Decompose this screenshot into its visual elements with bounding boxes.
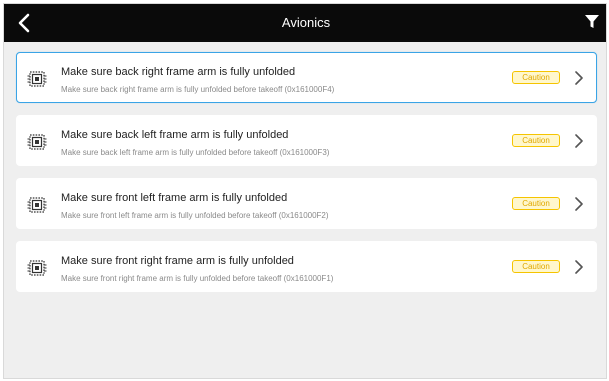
chevron-right-icon[interactable] xyxy=(574,260,584,274)
alert-item[interactable]: Make sure front right frame arm is fully… xyxy=(16,241,597,292)
alert-description: Make sure front left frame arm is fully … xyxy=(61,211,329,220)
chip-icon xyxy=(27,134,47,150)
chevron-left-icon[interactable] xyxy=(14,12,36,34)
chip-icon xyxy=(27,197,47,213)
caution-badge: Caution xyxy=(512,71,560,84)
alert-title: Make sure front left frame arm is fully … xyxy=(61,192,288,204)
alert-item[interactable]: Make sure back left frame arm is fully u… xyxy=(16,115,597,166)
alert-description: Make sure front right frame arm is fully… xyxy=(61,274,334,283)
alert-list: Make sure back right frame arm is fully … xyxy=(16,52,597,304)
alert-title: Make sure back left frame arm is fully u… xyxy=(61,129,289,141)
app-window: Avionics Make sure back right frame arm … xyxy=(3,3,607,379)
filter-icon[interactable] xyxy=(584,14,600,30)
alert-item[interactable]: Make sure front left frame arm is fully … xyxy=(16,178,597,229)
chevron-right-icon[interactable] xyxy=(574,134,584,148)
chip-icon xyxy=(27,260,47,276)
chip-icon xyxy=(27,71,47,87)
caution-badge: Caution xyxy=(512,197,560,210)
chevron-right-icon[interactable] xyxy=(574,71,584,85)
page-title: Avionics xyxy=(281,15,331,30)
chevron-right-icon[interactable] xyxy=(574,197,584,211)
caution-badge: Caution xyxy=(512,134,560,147)
alert-item[interactable]: Make sure back right frame arm is fully … xyxy=(16,52,597,103)
alert-title: Make sure front right frame arm is fully… xyxy=(61,255,294,267)
top-bar: Avionics xyxy=(4,4,606,42)
alert-title: Make sure back right frame arm is fully … xyxy=(61,66,296,78)
alert-description: Make sure back right frame arm is fully … xyxy=(61,85,335,94)
caution-badge: Caution xyxy=(512,260,560,273)
alert-description: Make sure back left frame arm is fully u… xyxy=(61,148,330,157)
